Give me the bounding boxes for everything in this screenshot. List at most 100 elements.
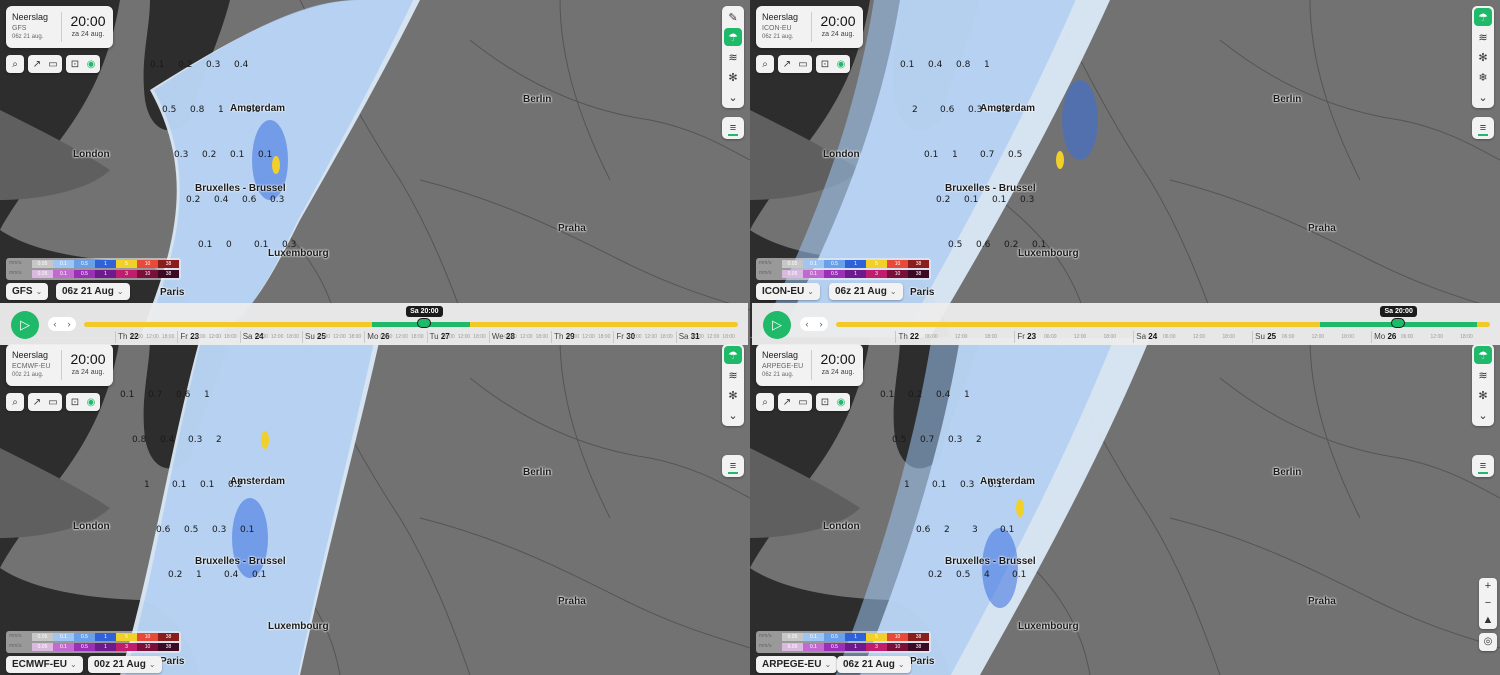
timeline-days: Th 22 06:00 12:00 18:00 Fr 23 06:00 12:00 18:00… (836, 331, 1490, 343)
wind-layer-icon[interactable]: ≋ (724, 366, 742, 384)
layer-switcher: ☂ ≋ ✻ ❄ ⌄ (1472, 6, 1494, 108)
layers-icon[interactable]: ≡ (722, 455, 744, 477)
wind-layer-icon[interactable]: ≋ (1474, 366, 1492, 384)
chevron-down-icon: ⌄ (824, 660, 832, 669)
timeline-handle[interactable] (417, 318, 432, 328)
run-dropdown[interactable]: 06z 21 Aug ⌄ (829, 283, 903, 300)
timeline-track[interactable] (84, 322, 738, 327)
info-card[interactable]: Neerslag GFS 06z 21 aug. 20:00 za 24 aug… (6, 6, 113, 48)
legend-step: 3 (116, 643, 137, 651)
chevron-down-icon[interactable]: ⌄ (1474, 88, 1492, 106)
legend-step: 0.05 (782, 270, 803, 278)
snow-icon[interactable]: ✻ (724, 68, 742, 86)
export-button[interactable]: ⊡ ◉ (66, 393, 100, 411)
map-panel-arpege-eu[interactable]: Amsterdam Berlin London Bruxelles - Brussel… (750, 338, 1500, 675)
search-button[interactable]: ⌕ (6, 393, 24, 411)
timeline-day[interactable]: Mo 26 (1371, 331, 1396, 343)
chevron-down-icon[interactable]: ⌄ (724, 88, 742, 106)
timeline-handle[interactable] (1391, 318, 1406, 328)
model-dropdown[interactable]: GFS ⌄ (6, 283, 49, 300)
timeline-hour: 18:00 (1222, 334, 1235, 340)
step-back-icon[interactable]: ‹ (806, 319, 809, 329)
timeline-day[interactable]: Th 22 (895, 331, 919, 343)
legend-step: 0.5 (824, 260, 845, 268)
forecast-date: za 24 aug. (821, 369, 855, 376)
legend-unit: mm/u (759, 260, 772, 266)
search-button[interactable]: ⌕ (756, 393, 774, 411)
map-tools: ⌕ ↗ ▭ ⊡ ◉ (6, 55, 100, 73)
info-card[interactable]: Neerslag ICON-EU 06z 21 aug. 20:00 za 24… (756, 6, 863, 48)
timeline-hour: 18:00 (722, 334, 735, 340)
play-button[interactable]: ▷ (11, 311, 39, 339)
export-button[interactable]: ⊡ ◉ (816, 393, 850, 411)
timeline-hour: 06:00 (193, 334, 206, 340)
layers-icon[interactable]: ≡ (722, 117, 744, 139)
city-label-amsterdam: Amsterdam (230, 476, 286, 487)
export-icon: ⊡ (820, 58, 830, 70)
wind-layer-icon[interactable]: ≋ (1474, 28, 1492, 46)
wind-layer-icon[interactable]: ≋ (724, 48, 742, 66)
share-button[interactable]: ↗ ▭ (28, 55, 62, 73)
export-button[interactable]: ⊡ ◉ (816, 55, 850, 73)
compass-icon[interactable]: ▲ (1483, 612, 1494, 629)
model-dropdown[interactable]: ICON-EU ⌄ (756, 283, 820, 300)
legend-step: 3 (866, 270, 887, 278)
city-label-paris: Paris (910, 287, 935, 298)
rain-layer-icon[interactable]: ☂ (724, 346, 742, 364)
run-dropdown[interactable]: 06z 21 Aug ⌄ (56, 283, 130, 300)
run-dropdown-label: 06z 21 Aug (62, 286, 114, 297)
legend-step: 0.05 (32, 260, 53, 268)
model-label: ECMWF-EU (12, 363, 51, 370)
timeline-day[interactable]: Sa 24 (1133, 331, 1157, 343)
zoom-in-icon[interactable]: + (1485, 578, 1491, 595)
info-card[interactable]: Neerslag ECMWF-EU 00z 21 aug. 20:00 za 2… (6, 344, 113, 386)
step-back-icon[interactable]: ‹ (54, 319, 57, 329)
timeline-day[interactable]: Su 25 (1252, 331, 1276, 343)
share-button[interactable]: ↗ ▭ (778, 55, 812, 73)
legend-step: 38 (158, 643, 179, 651)
export-icon: ⊡ (70, 58, 80, 70)
rain-layer-icon[interactable]: ☂ (724, 28, 742, 46)
legend-step: 38 (908, 260, 929, 268)
run-dropdown[interactable]: 06z 21 Aug ⌄ (837, 656, 911, 673)
run-dropdown[interactable]: 00z 21 Aug ⌄ (88, 656, 162, 673)
model-dropdown[interactable]: ECMWF-EU ⌄ (6, 656, 83, 673)
step-forward-icon[interactable]: › (820, 319, 823, 329)
search-button[interactable]: ⌕ (6, 55, 24, 73)
time-stepper[interactable]: ‹ › (800, 317, 828, 331)
zoom-out-icon[interactable]: − (1485, 595, 1491, 612)
snow-icon[interactable]: ✻ (1474, 48, 1492, 66)
model-dropdown[interactable]: ARPEGE-EU ⌄ (756, 656, 838, 673)
time-tooltip: Sa 20:00 (406, 306, 443, 317)
snow-icon[interactable]: ✻ (1474, 386, 1492, 404)
info-card[interactable]: Neerslag ARPEGE-EU 06z 21 aug. 20:00 za … (756, 344, 863, 386)
share-button[interactable]: ↗ ▭ (778, 393, 812, 411)
layer-switcher: ✎ ☂ ≋ ✻ ⌄ (722, 6, 744, 108)
time-stepper[interactable]: ‹ › (48, 317, 76, 331)
search-button[interactable]: ⌕ (756, 55, 774, 73)
run-dropdown-label: 06z 21 Aug (835, 286, 887, 297)
map-panel-icon-eu[interactable]: Amsterdam Berlin London Bruxelles - Brussel… (750, 0, 1500, 337)
share-button[interactable]: ↗ ▭ (28, 393, 62, 411)
city-label-london: London (823, 521, 860, 532)
layers-icon[interactable]: ≡ (1472, 117, 1494, 139)
map-canvas[interactable] (0, 338, 750, 675)
timeline-hour: 06:00 (1044, 334, 1057, 340)
legend-step: 5 (866, 260, 887, 268)
map-canvas[interactable] (750, 338, 1500, 675)
snow-heavy-icon[interactable]: ❄ (1474, 68, 1492, 86)
timeline-day[interactable]: Fr 23 (1014, 331, 1036, 343)
rain-layer-icon[interactable]: ☂ (1474, 8, 1492, 26)
layers-icon[interactable]: ≡ (1472, 455, 1494, 477)
map-panel-gfs[interactable]: Amsterdam Berlin London Bruxelles - Brussel… (0, 0, 750, 337)
chevron-down-icon[interactable]: ⌄ (724, 406, 742, 424)
map-panel-ecmwf-eu[interactable]: Amsterdam Berlin London Bruxelles - Brussel… (0, 338, 750, 675)
chevron-down-icon[interactable]: ⌄ (1474, 406, 1492, 424)
export-button[interactable]: ⊡ ◉ (66, 55, 100, 73)
snow-icon[interactable]: ✻ (724, 386, 742, 404)
locate-icon[interactable]: ◎ (1479, 633, 1497, 651)
rain-layer-icon[interactable]: ☂ (1474, 346, 1492, 364)
step-forward-icon[interactable]: › (68, 319, 71, 329)
play-button[interactable]: ▷ (763, 311, 791, 339)
pin-icon[interactable]: ✎ (724, 8, 742, 26)
